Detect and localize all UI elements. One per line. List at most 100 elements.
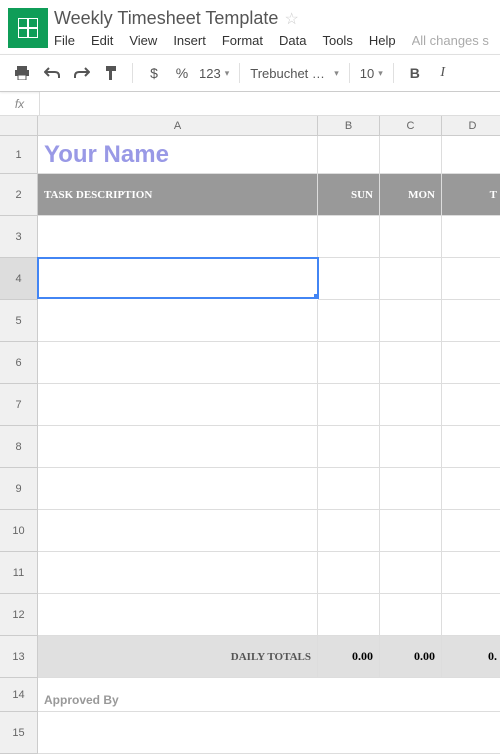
col-header-B[interactable]: B	[318, 116, 380, 136]
cell-D11[interactable]	[442, 552, 500, 594]
cell-A4[interactable]	[37, 257, 319, 299]
cell-C3[interactable]	[380, 216, 442, 258]
undo-icon[interactable]	[40, 63, 64, 83]
cell-C5[interactable]	[380, 300, 442, 342]
menu-insert[interactable]: Insert	[173, 33, 206, 48]
document-title[interactable]: Weekly Timesheet Template	[54, 8, 278, 29]
col-header-D[interactable]: D	[442, 116, 500, 136]
cell-C8[interactable]	[380, 426, 442, 468]
cell-B11[interactable]	[318, 552, 380, 594]
row-header-14[interactable]: 14	[0, 678, 38, 712]
row-header-2[interactable]: 2	[0, 174, 38, 216]
menu-tools[interactable]: Tools	[322, 33, 352, 48]
row-header-11[interactable]: 11	[0, 552, 38, 594]
percent-button[interactable]: %	[171, 61, 193, 85]
cell-C2[interactable]: MON	[380, 174, 442, 216]
italic-button[interactable]: I	[432, 61, 454, 85]
cell-D6[interactable]	[442, 342, 500, 384]
cell-B1[interactable]	[318, 136, 380, 174]
star-icon[interactable]: ☆	[284, 9, 298, 29]
cell-B4[interactable]	[318, 258, 380, 300]
cell-C11[interactable]	[380, 552, 442, 594]
menu-edit[interactable]: Edit	[91, 33, 113, 48]
cell-B14[interactable]	[318, 678, 380, 712]
cell-A9[interactable]	[38, 468, 318, 510]
cell-D1[interactable]	[442, 136, 500, 174]
cell-B10[interactable]	[318, 510, 380, 552]
print-icon[interactable]	[10, 62, 34, 84]
menu-file[interactable]: File	[54, 33, 75, 48]
cell-A1[interactable]: Your Name	[38, 136, 318, 174]
cell-C4[interactable]	[380, 258, 442, 300]
cell-B9[interactable]	[318, 468, 380, 510]
row-header-8[interactable]: 8	[0, 426, 38, 468]
paint-format-icon[interactable]	[100, 61, 122, 85]
cell-D5[interactable]	[442, 300, 500, 342]
cell-D7[interactable]	[442, 384, 500, 426]
cell-D13[interactable]: 0.	[442, 636, 500, 678]
cell-A7[interactable]	[38, 384, 318, 426]
cell-A15[interactable]	[38, 712, 318, 754]
row-header-6[interactable]: 6	[0, 342, 38, 384]
cell-A2[interactable]: TASK DESCRIPTION	[38, 174, 318, 216]
cell-A13[interactable]: DAILY TOTALS	[38, 636, 318, 678]
cell-C10[interactable]	[380, 510, 442, 552]
cell-D9[interactable]	[442, 468, 500, 510]
row-header-13[interactable]: 13	[0, 636, 38, 678]
cell-D14[interactable]	[442, 678, 500, 712]
col-header-A[interactable]: A	[38, 116, 318, 136]
cell-B3[interactable]	[318, 216, 380, 258]
cell-B6[interactable]	[318, 342, 380, 384]
sheets-app-icon[interactable]	[8, 8, 48, 48]
cell-A14[interactable]: Approved By	[38, 678, 318, 712]
cell-C12[interactable]	[380, 594, 442, 636]
bold-button[interactable]: B	[404, 61, 426, 85]
font-family-dropdown[interactable]: Trebuchet … ▾	[250, 66, 339, 81]
cell-C7[interactable]	[380, 384, 442, 426]
row-header-4[interactable]: 4	[0, 258, 38, 300]
row-header-15[interactable]: 15	[0, 712, 38, 754]
cell-A12[interactable]	[38, 594, 318, 636]
cell-D3[interactable]	[442, 216, 500, 258]
cell-D12[interactable]	[442, 594, 500, 636]
row-header-7[interactable]: 7	[0, 384, 38, 426]
cell-D4[interactable]	[442, 258, 500, 300]
cell-D8[interactable]	[442, 426, 500, 468]
menu-help[interactable]: Help	[369, 33, 396, 48]
cell-A10[interactable]	[38, 510, 318, 552]
cell-C1[interactable]	[380, 136, 442, 174]
cell-B5[interactable]	[318, 300, 380, 342]
redo-icon[interactable]	[70, 63, 94, 83]
cell-B13[interactable]: 0.00	[318, 636, 380, 678]
cell-B7[interactable]	[318, 384, 380, 426]
cell-C9[interactable]	[380, 468, 442, 510]
cell-D10[interactable]	[442, 510, 500, 552]
font-size-dropdown[interactable]: 10 ▾	[360, 66, 383, 81]
menu-data[interactable]: Data	[279, 33, 306, 48]
row-header-9[interactable]: 9	[0, 468, 38, 510]
row-header-1[interactable]: 1	[0, 136, 38, 174]
cell-D2[interactable]: T	[442, 174, 500, 216]
cell-C6[interactable]	[380, 342, 442, 384]
menu-view[interactable]: View	[129, 33, 157, 48]
menu-format[interactable]: Format	[222, 33, 263, 48]
row-header-12[interactable]: 12	[0, 594, 38, 636]
col-header-C[interactable]: C	[380, 116, 442, 136]
cell-A5[interactable]	[38, 300, 318, 342]
row-header-3[interactable]: 3	[0, 216, 38, 258]
cell-B2[interactable]: SUN	[318, 174, 380, 216]
cell-B12[interactable]	[318, 594, 380, 636]
cell-A11[interactable]	[38, 552, 318, 594]
cell-A3[interactable]	[38, 216, 318, 258]
row-header-10[interactable]: 10	[0, 510, 38, 552]
number-format-dropdown[interactable]: 123 ▾	[199, 66, 229, 81]
formula-input[interactable]	[40, 92, 500, 115]
select-all-corner[interactable]	[0, 116, 38, 136]
row-header-5[interactable]: 5	[0, 300, 38, 342]
cell-B8[interactable]	[318, 426, 380, 468]
cell-A6[interactable]	[38, 342, 318, 384]
cell-C14[interactable]	[380, 678, 442, 712]
currency-button[interactable]: $	[143, 61, 165, 85]
cell-A8[interactable]	[38, 426, 318, 468]
cell-C13[interactable]: 0.00	[380, 636, 442, 678]
